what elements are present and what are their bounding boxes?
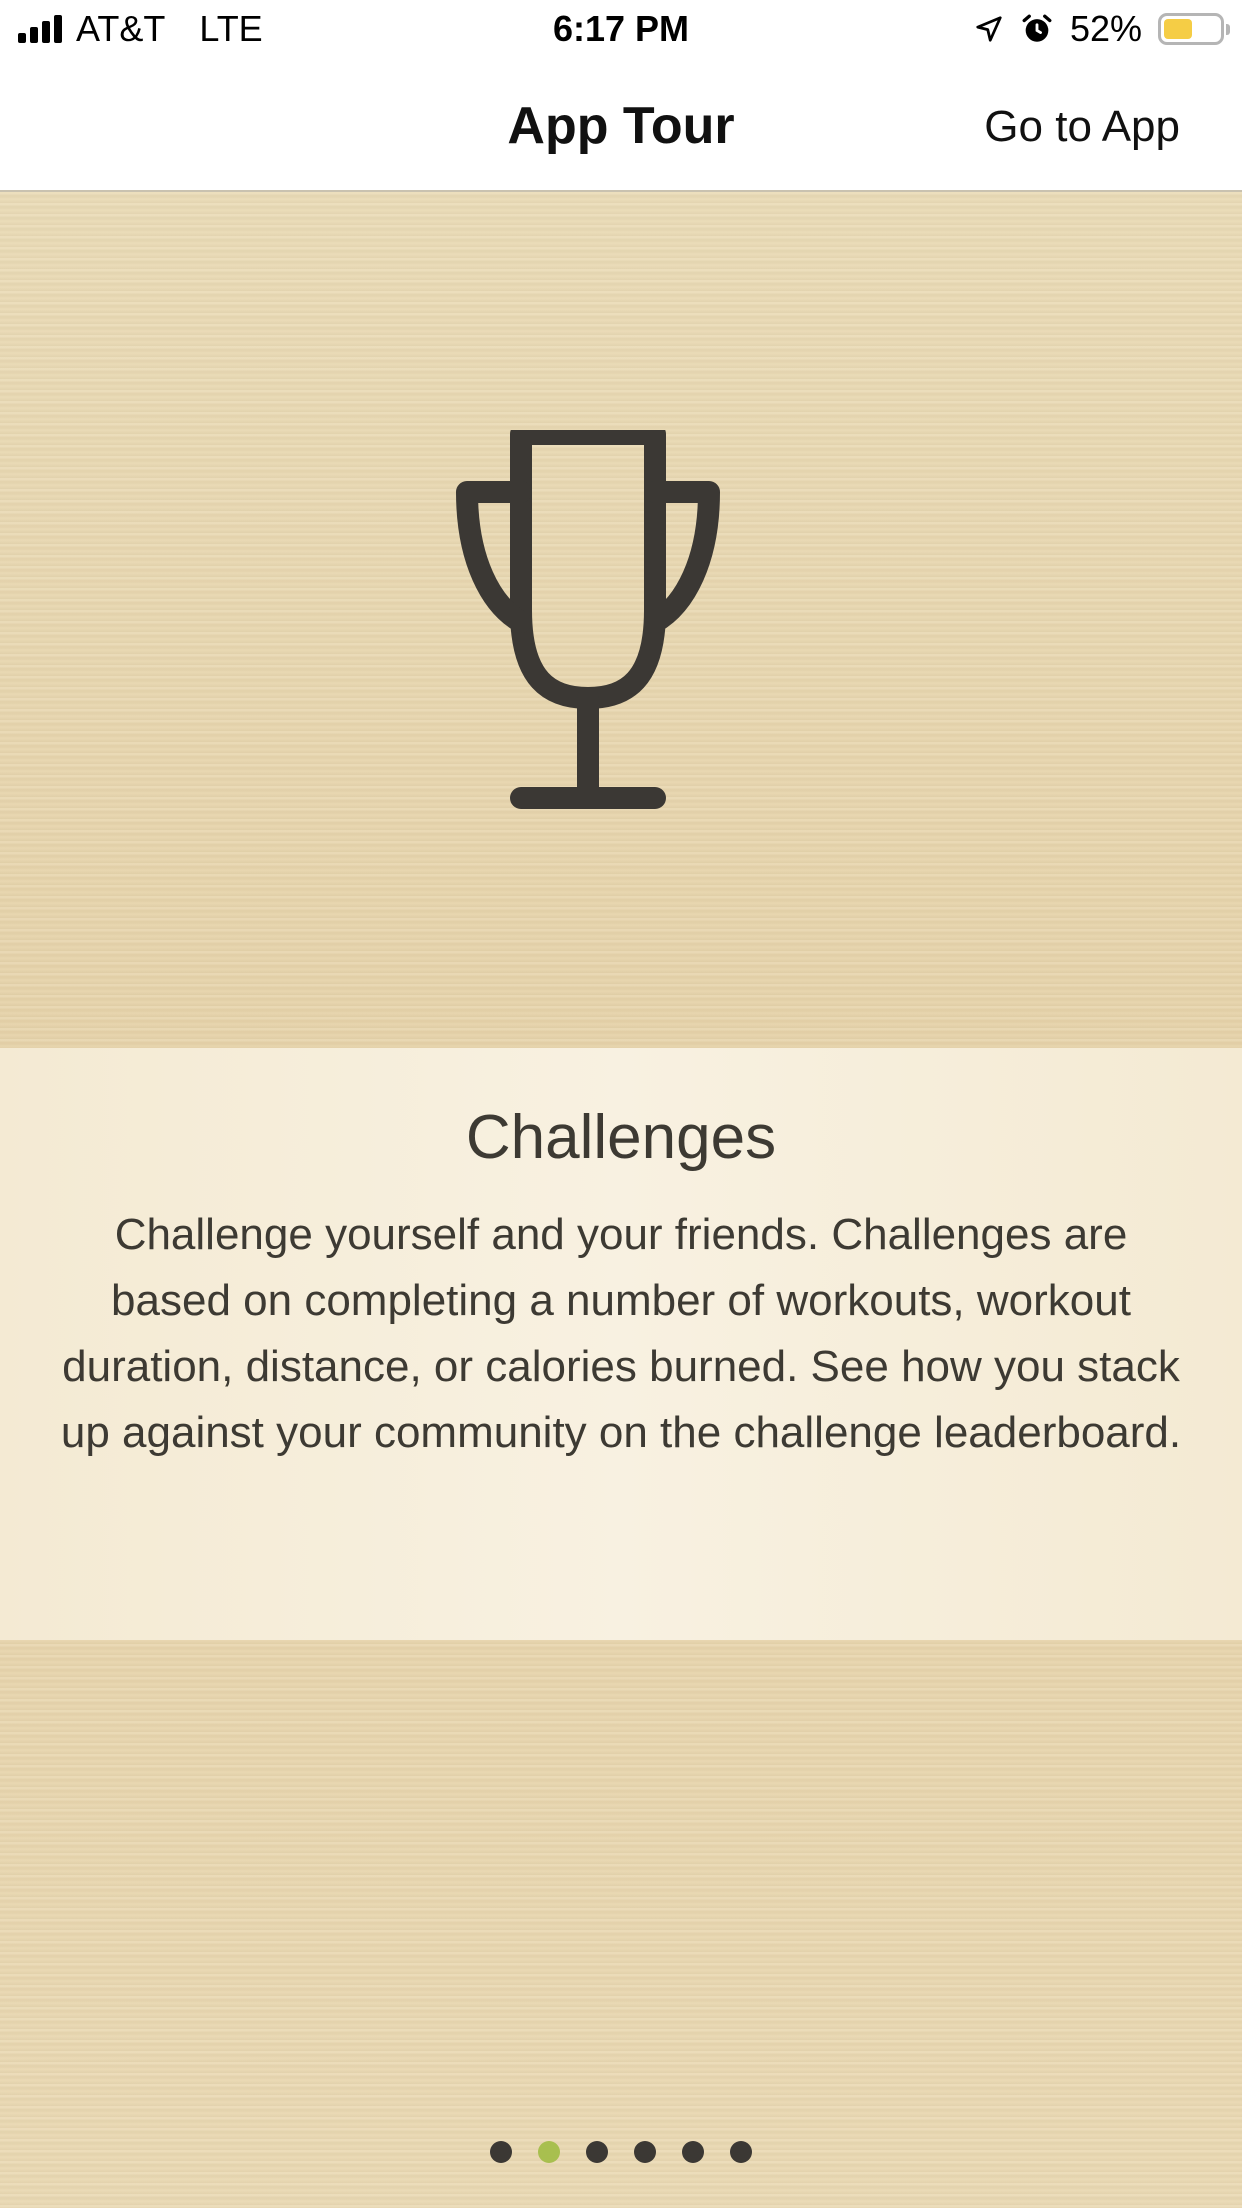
alarm-clock-icon <box>1022 14 1052 42</box>
battery-fill <box>1164 19 1192 39</box>
page-dot[interactable] <box>586 2141 608 2163</box>
status-bar: AT&T LTE 6:17 PM 52% <box>0 0 1242 62</box>
nav-bar: App Tour Go to App <box>0 62 1242 192</box>
slide-description: Challenge yourself and your friends. Cha… <box>60 1210 1182 1457</box>
status-right: 52% <box>974 8 1230 50</box>
go-to-app-button[interactable]: Go to App <box>984 102 1180 152</box>
location-arrow-icon <box>976 16 1002 42</box>
slide-title: Challenges <box>465 1103 777 1172</box>
page-dot[interactable] <box>538 2141 560 2163</box>
page-dot[interactable] <box>682 2141 704 2163</box>
page-indicator[interactable] <box>0 2141 1242 2163</box>
battery-icon <box>1158 13 1230 45</box>
page-dot[interactable] <box>490 2141 512 2163</box>
battery-percent: 52% <box>1069 8 1142 49</box>
page-dot[interactable] <box>730 2141 752 2163</box>
page-dot[interactable] <box>634 2141 656 2163</box>
trophy-icon <box>456 430 720 809</box>
